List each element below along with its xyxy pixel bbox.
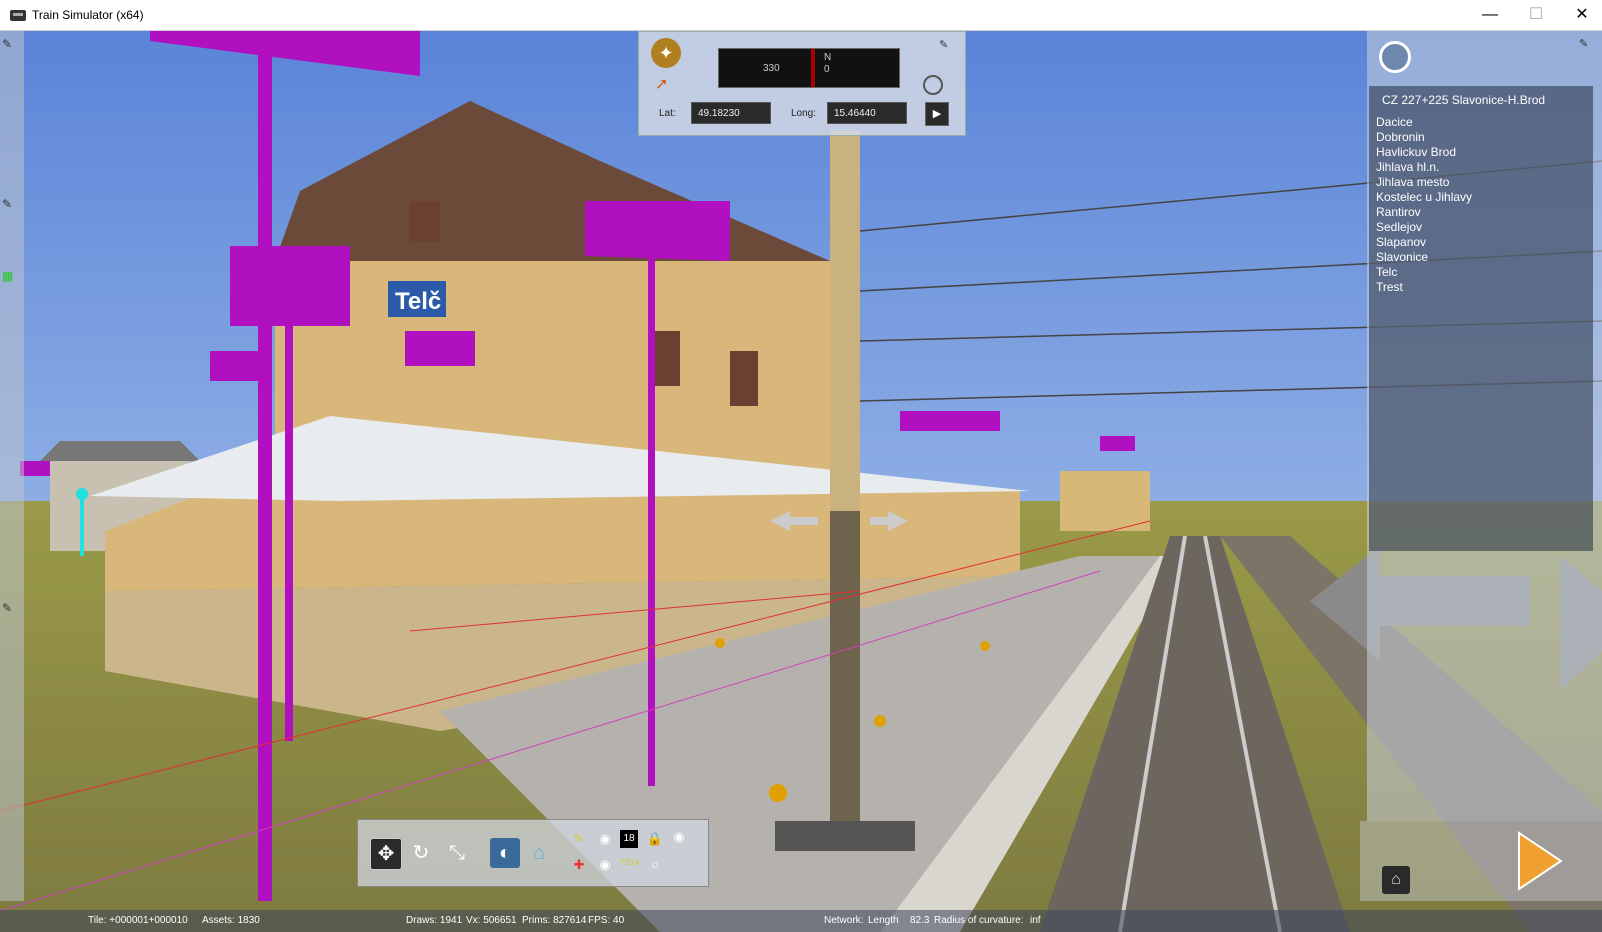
bottom-right-panel: ⌂ (1360, 821, 1602, 901)
path-node (980, 641, 990, 651)
path-node (874, 715, 886, 727)
pin-icon[interactable]: ✎ (939, 38, 948, 51)
signal-marker-head (76, 488, 88, 500)
track-tool-icon[interactable]: ✎ (570, 830, 588, 848)
marker-flag (210, 351, 265, 381)
background-house (1060, 471, 1150, 531)
signal-marker (80, 491, 84, 556)
lat-label: Lat: (659, 108, 676, 119)
north-label: N (824, 52, 832, 63)
route-item[interactable]: Kostelec u Jihlavy (1376, 190, 1472, 204)
grid-icon[interactable]: ▦ (2, 269, 20, 287)
route-item[interactable]: Trest (1376, 280, 1403, 294)
scene-render: Telč (0, 31, 1602, 932)
radio-option-icon[interactable]: ○ (646, 856, 664, 874)
world-icon[interactable]: ◐ (490, 838, 520, 868)
status-tile: Tile: +000001+000010 (88, 915, 188, 926)
pin-icon[interactable]: ✎ (2, 197, 20, 215)
marker-pole (648, 256, 655, 786)
route-list: CZ 227+225 Slavonice-H.Brod Dacice Dobro… (1369, 86, 1593, 551)
radio-option-icon[interactable]: ◉ (670, 828, 688, 846)
route-item[interactable]: Havlickuv Brod (1376, 145, 1456, 159)
pin-icon[interactable]: ✎ (2, 37, 20, 55)
window (410, 201, 440, 241)
pole-stripes (830, 511, 860, 831)
ts14-icon[interactable]: TS14 (620, 854, 639, 872)
target-icon[interactable] (923, 75, 943, 95)
window-titlebar: Train Simulator (x64) — ☐ ✕ (0, 0, 1602, 31)
count-badge: 18 (620, 830, 638, 848)
status-length-value: 82.3 (910, 915, 930, 926)
pin-icon[interactable]: ✎ (2, 601, 20, 619)
window (730, 351, 758, 406)
lat-field[interactable]: 49.18230 (691, 102, 771, 124)
marker-pole (285, 321, 293, 741)
status-draws: Draws: 1941 (406, 915, 463, 926)
long-field[interactable]: 15.46440 (827, 102, 907, 124)
home-icon[interactable]: ⌂ (524, 838, 554, 868)
marker-flag (585, 201, 730, 261)
status-bar: Tile: +000001+000010 Assets: 1830 Draws:… (0, 910, 1602, 932)
status-length-label: Length (868, 915, 899, 926)
path-node (769, 784, 787, 802)
go-to-coordinates-button[interactable]: ▶ (925, 102, 949, 126)
compass-panel: ✦ ➚ 330 N 0 ✎ Lat: 49.18230 Long: 15.464… (638, 31, 966, 136)
station-sign-text: Telč (395, 288, 441, 315)
status-prims: Prims: 827614 (522, 915, 587, 926)
radio-option-icon[interactable]: ◉ (596, 856, 614, 874)
route-title: CZ 227+225 Slavonice-H.Brod (1382, 93, 1546, 107)
marker-flag (20, 461, 50, 476)
train-tool-icon[interactable]: ✚ (570, 856, 588, 874)
app-icon (10, 10, 26, 21)
left-side-panel: ✎ ✎ ▦ ✎ (0, 31, 24, 901)
route-item[interactable]: Slavonice (1376, 250, 1428, 264)
close-button[interactable]: ✕ (1559, 0, 1602, 30)
status-fps: FPS: 40 (588, 915, 625, 926)
marker-flag (1100, 436, 1135, 451)
marker-flag (405, 331, 475, 366)
heading-gauge: 330 N 0 (718, 48, 900, 88)
move-icon[interactable]: ✥ (370, 838, 402, 870)
route-item[interactable]: Telc (1376, 265, 1397, 279)
pole-base (775, 821, 915, 851)
route-item[interactable]: Slapanov (1376, 235, 1426, 249)
editor-toolbar: ✥ ↻ ⤡ ◐ ⌂ ✎ ◉ 18 🔒 ◉ ✚ ◉ TS14 ○ (357, 819, 709, 887)
background-roof (40, 441, 200, 461)
minimize-button[interactable]: — (1467, 0, 1513, 30)
compass-rose-icon[interactable]: ✦ (651, 38, 681, 68)
status-vx: Vx: 506651 (466, 915, 517, 926)
status-radius-label: Radius of curvature: (934, 915, 1024, 926)
window-title: Train Simulator (x64) (32, 8, 144, 22)
unlock-icon[interactable]: ⌂ (1382, 866, 1410, 894)
heading-needle (811, 49, 815, 87)
radio-option-icon[interactable]: ◉ (596, 830, 614, 848)
pin-icon[interactable]: ✎ (1579, 37, 1588, 50)
north-value: 0 (824, 64, 830, 75)
path-node (715, 638, 725, 648)
play-icon[interactable] (1515, 831, 1563, 891)
route-item[interactable]: Rantirov (1376, 205, 1421, 219)
long-label: Long: (791, 108, 817, 119)
world-viewport[interactable]: Telč ✎ ✎ ▦ ✎ ✦ ➚ 330 N 0 ✎ Lat: 49.18230… (0, 31, 1602, 932)
lock-icon[interactable]: 🔒 (646, 830, 664, 848)
status-radius-value: inf (1030, 915, 1041, 926)
heading-tick: 330 (763, 63, 780, 74)
route-item[interactable]: Jihlava mesto (1376, 175, 1449, 189)
marker-flag (230, 246, 350, 326)
route-panel: ✎ CZ 227+225 Slavonice-H.Brod Dacice Dob… (1367, 31, 1602, 821)
route-item[interactable]: Dobronin (1376, 130, 1425, 144)
map-pin-icon[interactable]: ➚ (655, 74, 677, 94)
navigate-icon[interactable] (1379, 41, 1411, 73)
scale-icon[interactable]: ⤡ (442, 838, 472, 868)
maximize-button[interactable]: ☐ (1513, 0, 1559, 30)
rotate-icon[interactable]: ↻ (406, 838, 436, 868)
status-assets: Assets: 1830 (202, 915, 260, 926)
status-network: Network: (824, 915, 864, 926)
route-item[interactable]: Jihlava hl.n. (1376, 160, 1439, 174)
route-item[interactable]: Sedlejov (1376, 220, 1422, 234)
route-item[interactable]: Dacice (1376, 115, 1413, 129)
marker-pole (258, 31, 272, 901)
marker-flag (900, 411, 1000, 431)
